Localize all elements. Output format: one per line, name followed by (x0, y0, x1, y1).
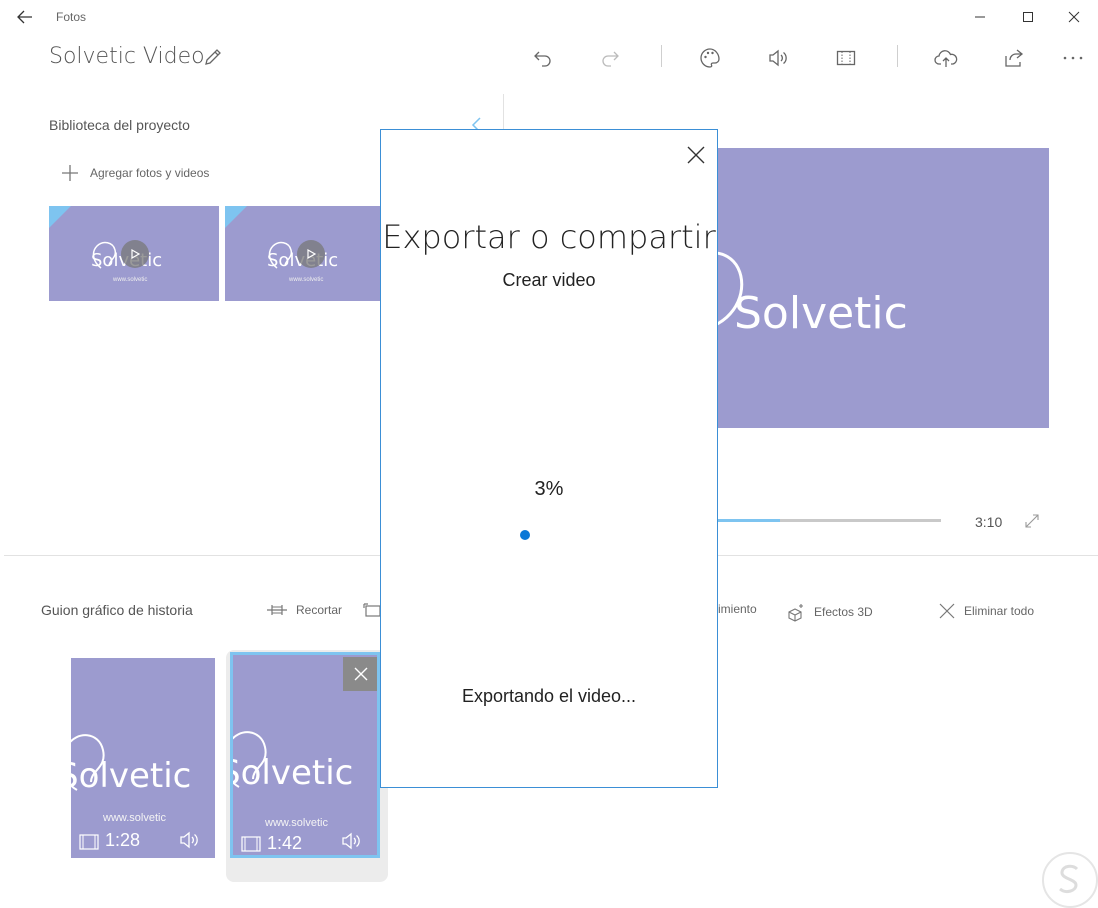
volume-icon (342, 832, 360, 850)
preview-logo: Solvetic (734, 288, 908, 339)
app-title: Fotos (56, 10, 87, 24)
storyboard-title: Guion gráfico de historia (41, 602, 193, 618)
share-button[interactable] (996, 44, 1032, 72)
plus-icon (62, 165, 78, 181)
volume-icon (769, 49, 787, 67)
export-status: Exportando el video... (461, 686, 637, 706)
export-percent: 3% (534, 478, 564, 500)
motion-button[interactable]: imiento (718, 602, 757, 616)
minimize-icon (975, 16, 985, 18)
rename-button[interactable] (202, 46, 224, 68)
close-icon (354, 667, 368, 681)
trim-button[interactable]: Recortar (266, 602, 342, 618)
library-divider (503, 94, 504, 130)
selection-corner (49, 206, 71, 228)
library-item-url: www.solvetic (113, 277, 148, 283)
trim-icon (267, 605, 287, 615)
film-icon (241, 836, 261, 852)
expand-icon (1025, 514, 1039, 528)
toolbar-divider (661, 45, 662, 67)
more-button[interactable] (1055, 44, 1091, 72)
remove-clip-button[interactable] (343, 657, 377, 691)
back-button[interactable] (2, 0, 48, 34)
library-title: Biblioteca del proyecto (49, 117, 190, 133)
pencil-icon (205, 49, 221, 65)
video-preview[interactable]: Solvetic (718, 148, 1049, 428)
aspect-ratio-icon (836, 50, 856, 66)
selection-corner (225, 206, 247, 228)
resize-button[interactable] (363, 603, 381, 619)
fullscreen-button[interactable] (1024, 513, 1040, 529)
maximize-button[interactable] (1005, 0, 1051, 34)
delete-all-button[interactable]: Eliminar todo (938, 602, 1034, 620)
redo-icon (602, 51, 619, 67)
play-button[interactable] (121, 240, 149, 268)
play-icon (131, 248, 141, 260)
library-item[interactable]: Solvetic www.solvetic (225, 206, 395, 301)
title-bar: Fotos (0, 0, 1098, 34)
add-media-button[interactable]: Agregar fotos y videos (60, 163, 209, 183)
trim-label: Recortar (296, 603, 343, 617)
clip-duration: 1:42 (267, 833, 303, 853)
close-icon (939, 603, 955, 619)
music-button[interactable] (760, 44, 796, 72)
storyboard-clip[interactable]: Solvetic www.solvetic 1:28 (71, 658, 215, 858)
play-button[interactable] (297, 240, 325, 268)
redo-button[interactable] (592, 44, 628, 72)
effects-3d-label: Efectos 3D (814, 605, 873, 619)
export-dialog: Exportar o compartir Crear video 3% Expo… (380, 129, 718, 788)
dialog-subtitle: Crear video (502, 270, 596, 290)
share-icon (1005, 49, 1024, 67)
solvetic-logo-icon (1059, 864, 1079, 894)
motion-label: imiento (718, 602, 757, 616)
clip-logo: Solvetic (230, 753, 354, 793)
storyboard-clip-selected[interactable]: Solvetic www.solvetic 1:42 (230, 652, 380, 858)
progress-indicator (520, 530, 530, 540)
project-title: Solvetic Video (49, 44, 205, 69)
minimize-button[interactable] (957, 0, 1003, 34)
film-icon (79, 834, 99, 850)
undo-icon (534, 51, 551, 67)
seek-bar-progress (718, 519, 781, 522)
library-item-url: www.solvetic (289, 277, 324, 283)
clip-duration: 1:28 (105, 830, 141, 850)
arrow-left-icon (17, 10, 32, 24)
cube-sparkle-icon (788, 604, 803, 622)
delete-all-label: Eliminar todo (964, 604, 1035, 618)
palette-icon (700, 48, 720, 68)
volume-icon (180, 831, 198, 849)
more-icon (1063, 56, 1083, 60)
upload-cloud-icon (934, 50, 958, 67)
aspect-ratio-button[interactable] (828, 44, 864, 72)
maximize-icon (1023, 12, 1033, 22)
undo-button[interactable] (525, 44, 561, 72)
dialog-close-button[interactable] (681, 140, 711, 170)
toolbar-divider (897, 45, 898, 67)
theme-button[interactable] (692, 44, 728, 72)
close-window-button[interactable] (1051, 0, 1097, 34)
upload-button[interactable] (928, 44, 964, 72)
close-icon (1068, 11, 1080, 23)
library-item[interactable]: Solvetic www.solvetic (49, 206, 219, 301)
effects-3d-button[interactable]: Efectos 3D (786, 602, 873, 622)
resize-icon (363, 603, 381, 617)
total-duration: 3:10 (975, 514, 1003, 530)
clip-url: www.solvetic (265, 817, 328, 829)
clip-url: www.solvetic (103, 812, 166, 824)
add-media-label: Agregar fotos y videos (90, 166, 210, 180)
watermark-logo (1042, 852, 1098, 908)
play-icon (307, 248, 317, 260)
close-icon (687, 146, 705, 164)
dialog-title: Exportar o compartir (382, 218, 716, 256)
clip-logo: Solvetic (71, 756, 192, 796)
